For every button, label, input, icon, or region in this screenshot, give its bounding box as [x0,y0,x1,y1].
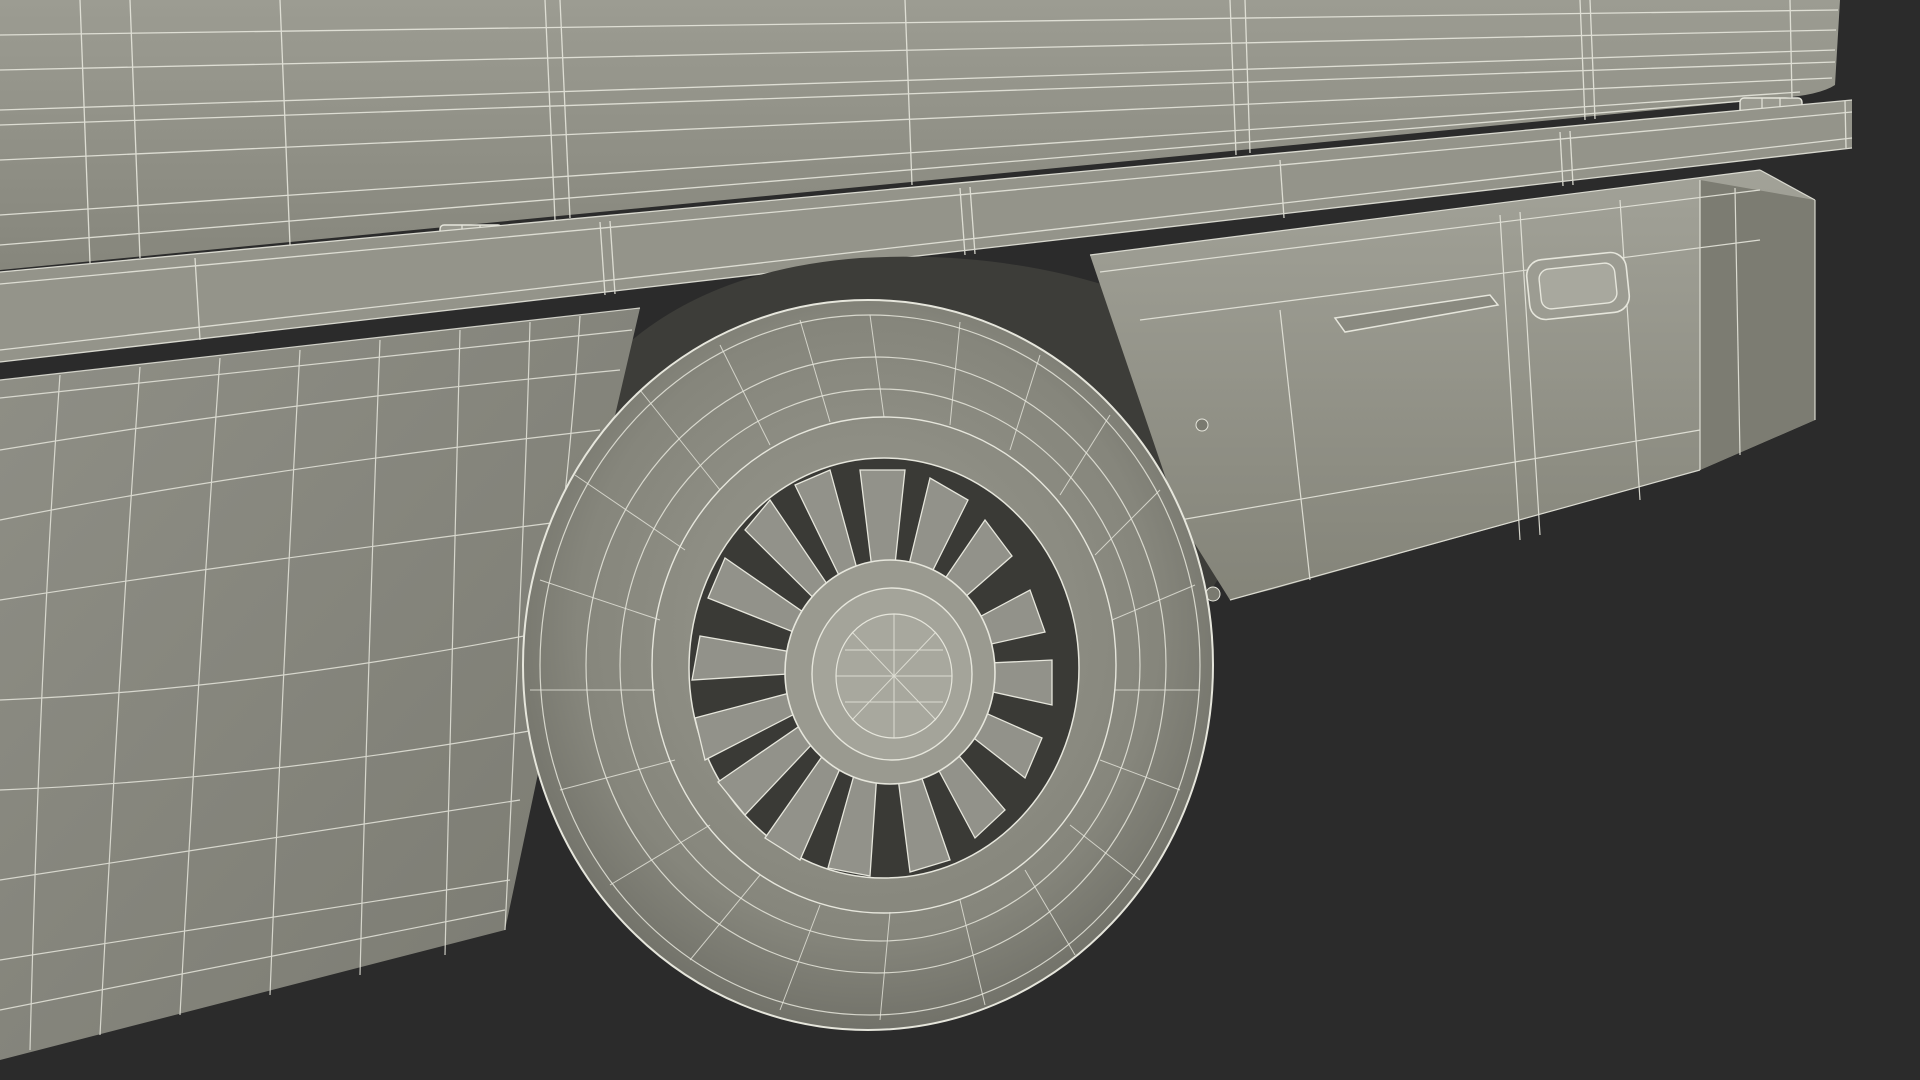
rear-light [1525,251,1631,321]
bolt [1195,418,1209,432]
rear-wheel [522,299,1214,1031]
render-viewport [0,0,1920,1080]
